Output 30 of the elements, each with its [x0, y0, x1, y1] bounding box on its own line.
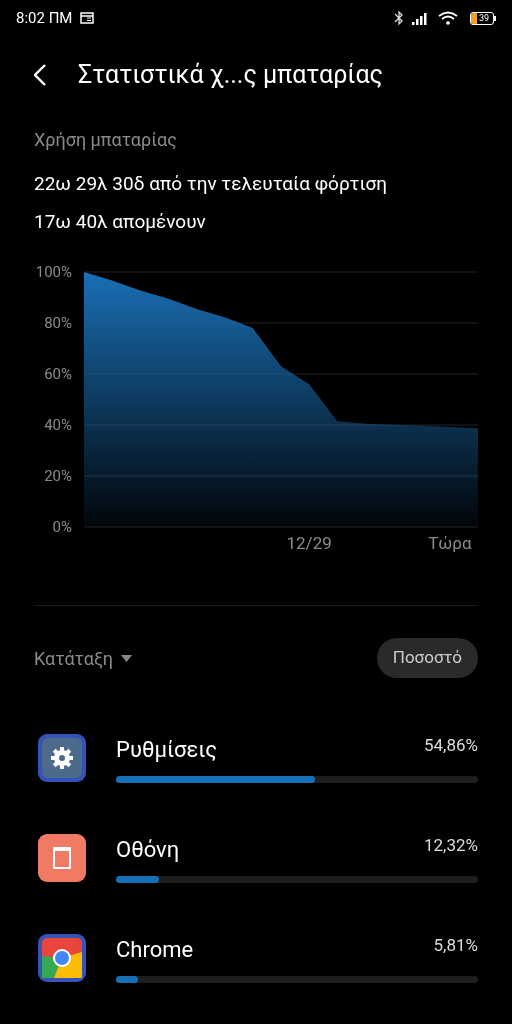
app-percent: 5,81%	[433, 934, 478, 957]
axis-label: Τώρα	[428, 533, 472, 553]
gear-icon	[36, 732, 88, 784]
section-label: Χρήση μπαταρίας	[34, 128, 178, 152]
axis-label: 40%	[44, 416, 72, 434]
calendar-icon	[80, 12, 95, 24]
app-name: Chrome	[116, 936, 194, 964]
usage-summary: 22ω 29λ 30δ από την τελευταία φόρτιση	[34, 171, 388, 197]
page-title: Στατιστικά χ...ς μπαταρίας	[78, 59, 384, 92]
axis-label: 80%	[44, 314, 72, 332]
browser-icon	[36, 932, 88, 984]
wifi-icon	[438, 11, 458, 25]
tablet-icon	[36, 832, 88, 884]
axis-label: 0%	[52, 518, 72, 536]
app-name: Οθόνη	[116, 836, 180, 864]
caret-icon	[121, 654, 132, 662]
battery-percent: 39	[479, 13, 490, 23]
axis-label: 100%	[35, 263, 72, 281]
app-percent: 12,32%	[424, 834, 478, 857]
status-time: 8:02 ΠΜ	[16, 7, 73, 29]
axis-label: 12/29	[286, 533, 332, 553]
sort-dropdown[interactable]: Κατάταξη	[34, 644, 132, 672]
signal-icon	[412, 11, 430, 25]
axis-label: 60%	[44, 365, 72, 383]
axis-label: 20%	[44, 467, 72, 485]
usage-summary: 17ω 40λ απομένουν	[34, 209, 207, 235]
app-name: Ρυθμίσεις	[116, 736, 218, 764]
bluetooth-icon	[394, 10, 404, 26]
percent-button[interactable]: Ποσοστό	[376, 638, 478, 678]
app-percent: 54,86%	[424, 734, 478, 757]
